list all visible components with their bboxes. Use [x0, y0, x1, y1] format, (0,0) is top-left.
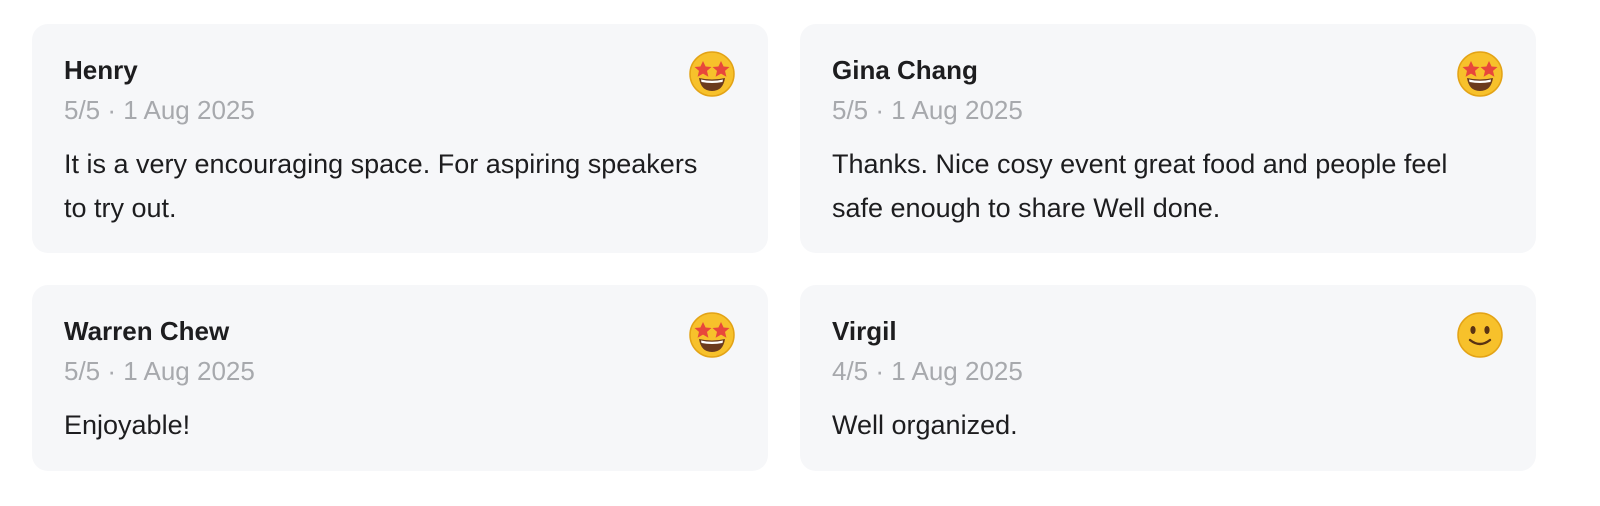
review-meta: 4/5 · 1 Aug 2025: [832, 356, 1023, 386]
star-struck-emoji-icon: [688, 311, 736, 359]
reviewer-name: Gina Chang: [832, 55, 978, 85]
review-meta: 5/5 · 1 Aug 2025: [64, 95, 255, 125]
review-comment: Well organized.: [832, 410, 1018, 440]
review-card: Warren Chew 5/5 · 1 Aug 2025 Enjoyable!: [32, 285, 768, 471]
review-card: Gina Chang 5/5 · 1 Aug 2025 Thanks. Nice…: [800, 24, 1536, 253]
review-comment: It is a very encouraging space. For aspi…: [64, 149, 698, 223]
star-struck-emoji-icon: [688, 50, 736, 98]
review-meta: 5/5 · 1 Aug 2025: [64, 356, 255, 386]
review-comment: Enjoyable!: [64, 410, 191, 440]
reviewer-name: Virgil: [832, 316, 897, 346]
reviewer-name: Henry: [64, 55, 138, 85]
reviews-grid: Henry 5/5 · 1 Aug 2025 It is a very enco…: [32, 24, 1568, 471]
slightly-smiling-emoji-icon: [1456, 311, 1504, 359]
review-card: Virgil 4/5 · 1 Aug 2025 Well organized.: [800, 285, 1536, 471]
reviewer-name: Warren Chew: [64, 316, 230, 346]
star-struck-emoji-icon: [1456, 50, 1504, 98]
review-card: Henry 5/5 · 1 Aug 2025 It is a very enco…: [32, 24, 768, 253]
review-meta: 5/5 · 1 Aug 2025: [832, 95, 1023, 125]
review-comment: Thanks. Nice cosy event great food and p…: [832, 149, 1448, 223]
